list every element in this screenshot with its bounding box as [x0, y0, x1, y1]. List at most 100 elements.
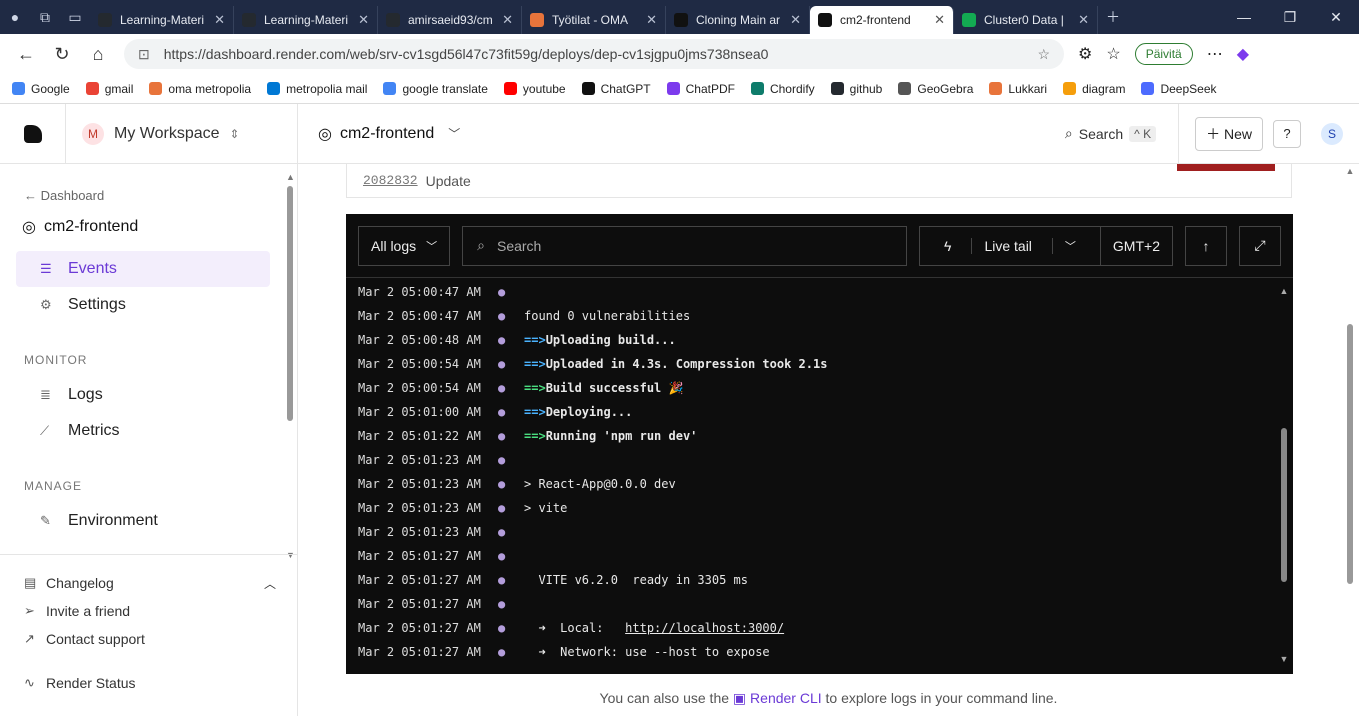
info-icon: ●	[498, 429, 506, 443]
bookmark-item[interactable]: google translate	[383, 82, 488, 96]
close-tab-icon[interactable]: ✕	[790, 12, 801, 28]
bookmark-label: ChatGPT	[600, 81, 651, 96]
tab-title: Learning-Materi	[120, 13, 205, 27]
log-arrow: ==>	[524, 333, 546, 347]
browser-tab[interactable]: Learning-Materi ✕	[234, 6, 378, 34]
tab-favicon	[530, 13, 544, 27]
close-tab-icon[interactable]: ✕	[214, 12, 225, 28]
log-timestamp: Mar 2 05:01:23 AM	[358, 477, 481, 491]
render-status-link[interactable]: ∿ Render Status	[0, 669, 298, 697]
copilot-icon[interactable]: ◆	[1237, 44, 1249, 64]
tab-actions-icon[interactable]: ▭	[60, 0, 90, 34]
back-arrow-icon[interactable]: ←	[8, 36, 44, 72]
help-icon[interactable]: ?	[1273, 119, 1301, 148]
service-switcher[interactable]: ◎ cm2-frontend ﹀	[318, 124, 460, 144]
fullscreen-icon[interactable]: ⤢	[1239, 225, 1281, 266]
close-tab-icon[interactable]: ✕	[646, 12, 657, 28]
close-tab-icon[interactable]: ✕	[1078, 12, 1089, 28]
bookmark-label: Google	[31, 81, 70, 96]
bookmark-favicon	[989, 82, 1003, 95]
back-to-dashboard-link[interactable]: ← Dashboard	[24, 188, 284, 203]
bookmark-item[interactable]: Chordify	[750, 82, 815, 96]
chevron-down-icon: ﹀	[1051, 237, 1088, 254]
url-text: https://dashboard.render.com/web/srv-cv1…	[163, 46, 769, 62]
close-tab-icon[interactable]: ✕	[358, 12, 369, 28]
bookmark-item[interactable]: DeepSeek	[1141, 82, 1217, 96]
refresh-icon[interactable]: ↻	[44, 36, 80, 72]
deploy-action-button[interactable]	[1177, 164, 1275, 171]
timezone-selector[interactable]: GMT+2	[1099, 226, 1172, 265]
bookmark-item[interactable]: oma metropolia	[149, 82, 251, 96]
scroll-top-icon[interactable]: ↑	[1185, 225, 1227, 266]
browser-tab[interactable]: cm2-frontend ✕	[810, 6, 954, 34]
close-window-icon[interactable]: ✕	[1313, 9, 1359, 26]
log-line: Mar 2 05:01:00 AM ● ==> Deploying...	[358, 400, 1278, 424]
log-timestamp: Mar 2 05:01:27 AM	[358, 621, 481, 635]
info-icon: ●	[498, 597, 506, 611]
render-logo[interactable]	[0, 103, 66, 164]
bookmark-favicon	[149, 82, 163, 95]
minimize-icon[interactable]: —	[1221, 9, 1267, 26]
page-scrollbar[interactable]: ▲	[1345, 164, 1355, 716]
invite-friend-link[interactable]: ➢ Invite a friend	[0, 597, 298, 625]
sidebar-scrollbar[interactable]: ▲ ▼	[286, 172, 295, 560]
new-button[interactable]: ＋ New	[1195, 116, 1263, 151]
collections-icon[interactable]: ⧉	[30, 0, 60, 34]
bookmark-item[interactable]: github	[830, 82, 882, 96]
global-search[interactable]: ⌕ Search ^ K	[1065, 125, 1157, 142]
render-cli-link[interactable]: ▣ Render CLI	[733, 690, 822, 706]
commit-hash-link[interactable]: 2082832	[363, 173, 418, 188]
bookmark-item[interactable]: youtube	[503, 82, 566, 96]
close-tab-icon[interactable]: ✕	[934, 12, 945, 28]
workspace-switcher[interactable]: M My Workspace ⇕	[82, 122, 240, 145]
bookmark-item[interactable]: gmail	[85, 82, 133, 96]
log-link[interactable]: http://localhost:3000/	[625, 621, 784, 635]
new-tab-icon[interactable]: ＋	[1098, 0, 1128, 34]
bookmark-item[interactable]: ChatGPT	[581, 81, 651, 96]
sidebar-item-events[interactable]: ☰ Events	[16, 251, 270, 287]
log-filter-dropdown[interactable]: All logs ﹀	[358, 225, 451, 266]
bookmark-item[interactable]: ChatPDF	[666, 82, 735, 96]
log-line: Mar 2 05:01:23 AM ● > React-App@0.0.0 dev	[358, 472, 1278, 496]
browser-tab[interactable]: Learning-Materi ✕	[90, 6, 234, 34]
bookmark-favicon	[12, 82, 25, 95]
home-icon[interactable]: ⌂	[80, 36, 116, 72]
maximize-icon[interactable]: ❐	[1267, 9, 1313, 26]
bookmark-item[interactable]: diagram	[1063, 82, 1125, 96]
log-message: VITE v6.2.0 ready in 3305 ms	[524, 573, 748, 587]
sidebar-item-metrics[interactable]: ⟋ Metrics	[16, 413, 270, 449]
extensions-icon[interactable]: ⚙	[1078, 44, 1092, 64]
user-avatar[interactable]: S	[1321, 122, 1343, 145]
chevron-up-icon[interactable]: ︿	[264, 575, 276, 592]
browser-tab[interactable]: Cloning Main ar ✕	[666, 6, 810, 34]
favorites-icon[interactable]: ☆	[1106, 44, 1120, 64]
more-menu-icon[interactable]: ⋯	[1207, 44, 1223, 64]
log-search-input[interactable]: ⌕ Search	[462, 225, 908, 266]
contact-support-link[interactable]: ↗ Contact support	[0, 625, 298, 653]
profile-icon[interactable]: ●	[0, 0, 30, 34]
update-button[interactable]: Päivitä	[1134, 43, 1193, 65]
bookmark-item[interactable]: Google	[12, 82, 70, 96]
sidebar-item-logs[interactable]: ≣ Logs	[16, 377, 270, 413]
browser-tab[interactable]: Cluster0 Data | ✕	[954, 6, 1098, 34]
log-scrollbar[interactable]: ▲ ▼	[1279, 286, 1289, 668]
sidebar-item-environment[interactable]: ✎ Environment	[16, 503, 270, 539]
log-line: Mar 2 05:00:47 AM ●	[358, 280, 1278, 304]
changelog-link[interactable]: ▤ Changelog ︿	[0, 569, 298, 597]
browser-tab[interactable]: Työtilat - OMA ✕	[522, 6, 666, 34]
bookmark-item[interactable]: Lukkari	[989, 82, 1047, 96]
info-icon: ●	[498, 477, 506, 491]
chevron-down-icon: ﹀	[448, 127, 461, 141]
bookmark-item[interactable]: metropolia mail	[267, 82, 367, 96]
tab-favicon	[242, 13, 256, 27]
url-bar[interactable]: ⊡ https://dashboard.render.com/web/srv-c…	[124, 39, 1064, 69]
browser-tab[interactable]: amirsaeid93/cm ✕	[378, 6, 522, 34]
sidebar-item-settings[interactable]: ⚙ Settings	[16, 287, 270, 323]
close-tab-icon[interactable]: ✕	[502, 12, 513, 28]
bookmark-item[interactable]: GeoGebra	[898, 82, 973, 96]
site-info-icon[interactable]: ⊡	[138, 46, 150, 63]
favorite-star-icon[interactable]: ☆	[1037, 46, 1050, 63]
live-tail-toggle[interactable]: ϟ Live tail ﹀	[920, 227, 1100, 265]
workspace-avatar: M	[82, 122, 104, 145]
log-timestamp: Mar 2 05:00:54 AM	[358, 357, 481, 371]
